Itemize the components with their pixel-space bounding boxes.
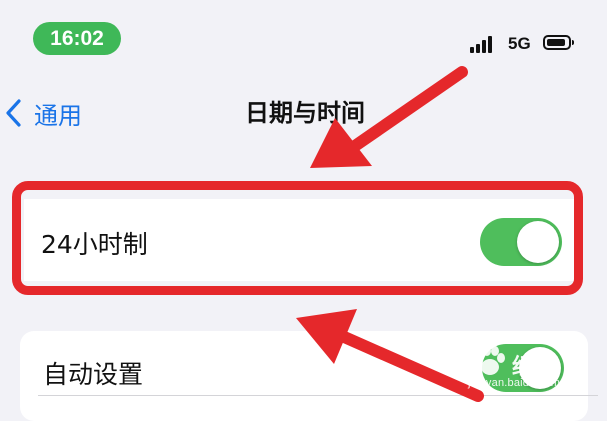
setting-row-auto-set[interactable]: 自动设置 bbox=[20, 331, 588, 421]
row-divider bbox=[38, 395, 598, 396]
setting-row-24-hour[interactable]: 24小时制 bbox=[24, 199, 582, 281]
toggle-auto-set[interactable] bbox=[482, 344, 564, 392]
setting-label-auto-set: 自动设置 bbox=[43, 360, 144, 389]
page-title: 日期与时间 bbox=[245, 99, 365, 127]
status-bar-time: 16:02 bbox=[33, 22, 121, 55]
toggle-24-hour[interactable] bbox=[480, 218, 562, 266]
back-button[interactable]: 通用 bbox=[4, 93, 82, 133]
back-button-label: 通用 bbox=[34, 101, 82, 130]
setting-label-24-hour: 24小时制 bbox=[41, 230, 148, 259]
toggle-knob bbox=[517, 221, 559, 263]
battery-icon bbox=[543, 35, 574, 50]
cellular-signal-icon bbox=[470, 35, 496, 53]
chevron-left-icon bbox=[6, 99, 21, 127]
toggle-knob bbox=[519, 347, 561, 389]
network-type-label: 5G bbox=[508, 34, 531, 53]
